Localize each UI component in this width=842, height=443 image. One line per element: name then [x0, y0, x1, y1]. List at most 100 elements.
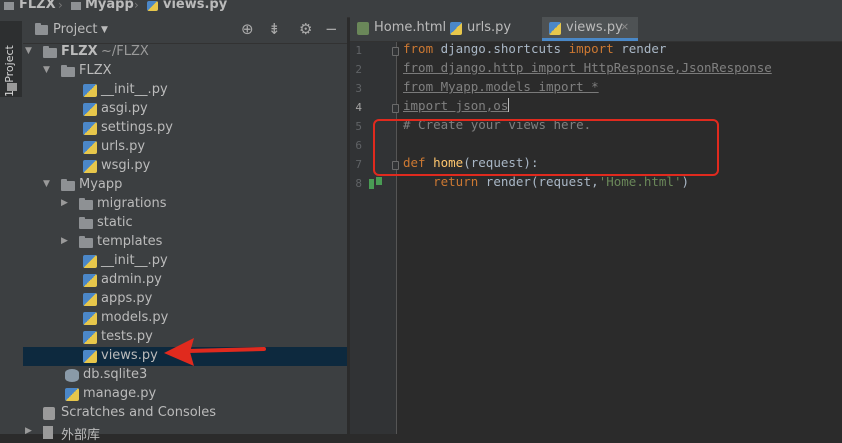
tree-item[interactable]: manage.py [23, 385, 347, 404]
python-file-icon [83, 274, 97, 287]
chevron-right-icon[interactable]: ▶ [61, 198, 68, 208]
folder-icon [61, 179, 75, 191]
breadcrumb-item-project[interactable]: FLZX [19, 0, 56, 12]
tab-home-html[interactable]: Home.html [350, 17, 446, 41]
code-line-4[interactable]: import json,os [403, 98, 510, 116]
line-number-current: 4 [355, 101, 362, 114]
code-line-8[interactable]: return render(request,'Home.html') [403, 174, 689, 192]
code-line-3[interactable]: from Myapp.models import * [403, 79, 599, 97]
collapse-icon[interactable]: ⇟ [268, 21, 281, 37]
folder-icon [79, 198, 93, 210]
hide-icon[interactable]: − [325, 21, 338, 37]
tree-item[interactable]: ▼ Myapp [23, 176, 347, 195]
code-line-2[interactable]: from django.http import HttpResponse,Jso… [403, 60, 772, 78]
fold-marker-icon[interactable] [392, 104, 399, 113]
tree-item-label: FLZX [79, 63, 112, 78]
editor-pane: Home.html urls.py views.py × 1 2 3 4 5 6… [350, 17, 842, 434]
chevron-down-icon[interactable]: ▼ [25, 46, 32, 56]
tab-label: urls.py [467, 20, 512, 35]
tree-item[interactable]: models.py [23, 309, 347, 328]
chevron-down-icon[interactable]: ▼ [101, 25, 108, 35]
chevron-right-icon: › [134, 0, 139, 12]
tree-item-label: migrations [97, 196, 167, 211]
close-icon[interactable]: × [620, 20, 629, 33]
tree-item-label: __init__.py [101, 253, 168, 268]
tree-item[interactable]: ▼ FLZX [23, 62, 347, 81]
python-file-icon [83, 160, 97, 173]
tab-label: Home.html [374, 20, 447, 35]
code-token-keyword: return [433, 174, 479, 189]
code-token-keyword: import [568, 41, 614, 56]
tree-item[interactable]: asgi.py [23, 100, 347, 119]
tab-urls-py[interactable]: urls.py [443, 17, 534, 41]
editor-gutter: 1 2 3 4 5 6 7 8 [350, 42, 399, 434]
tree-item[interactable]: ▶ templates [23, 233, 347, 252]
tree-item[interactable]: static [23, 214, 347, 233]
python-file-icon [147, 1, 158, 11]
tree-item[interactable]: settings.py [23, 119, 347, 138]
tree-item-label: static [97, 215, 133, 230]
html-file-icon [357, 22, 369, 35]
tree-item[interactable]: wsgi.py [23, 157, 347, 176]
text-caret [508, 98, 510, 112]
folder-icon [7, 83, 17, 91]
chevron-down-icon[interactable]: ▼ [43, 179, 50, 189]
code-token: django.shortcuts [433, 41, 569, 56]
editor-tab-bar: Home.html urls.py views.py × [350, 17, 842, 42]
python-file-icon [83, 84, 97, 97]
folder-icon [4, 2, 14, 10]
tree-item[interactable]: ▶ 外部库 [23, 423, 347, 443]
tree-item[interactable]: __init__.py [23, 252, 347, 271]
tree-item[interactable]: ▼ FLZX ~/FLZX [23, 43, 347, 62]
folder-icon [61, 65, 75, 77]
tree-item-label: tests.py [101, 329, 153, 344]
folder-icon [79, 217, 93, 229]
python-file-icon [83, 331, 97, 344]
tree-item[interactable]: urls.py [23, 138, 347, 157]
code-token-string: 'Home.html' [598, 174, 682, 189]
python-file-icon [83, 312, 97, 325]
code-line-1[interactable]: from django.shortcuts import render [403, 41, 666, 59]
chevron-right-icon: › [58, 0, 63, 12]
run-gutter-icon[interactable] [369, 177, 383, 189]
navigation-breadcrumb: FLZX › Myapp › views.py [0, 0, 842, 18]
code-token-unused: import json,os [403, 98, 509, 113]
folder-icon [79, 236, 93, 248]
scratches-icon [43, 407, 55, 420]
tree-item[interactable]: Scratches and Consoles [23, 404, 347, 423]
chevron-right-icon[interactable]: ▶ [61, 236, 68, 246]
tree-item-label: db.sqlite3 [83, 367, 148, 382]
python-file-icon [549, 22, 561, 35]
breadcrumb-item-app[interactable]: Myapp [85, 0, 134, 12]
tree-item[interactable]: ▶ migrations [23, 195, 347, 214]
tree-item-path: ~/FLZX [101, 44, 149, 59]
locate-icon[interactable]: ⊕ [241, 21, 254, 37]
project-panel-header: Project ▼ ⊕ ⇟ ⚙ − [23, 17, 347, 44]
tab-label: views.py [566, 20, 623, 35]
tab-views-py[interactable]: views.py × [542, 17, 638, 41]
tree-item-label: Myapp [79, 177, 123, 192]
project-panel-title[interactable]: Project [53, 22, 97, 37]
code-token-keyword: from [403, 41, 434, 56]
python-file-icon [83, 141, 97, 154]
fold-marker-icon[interactable] [392, 47, 399, 56]
tree-item[interactable]: apps.py [23, 290, 347, 309]
tree-item-label: models.py [101, 310, 169, 325]
gear-icon[interactable]: ⚙ [299, 21, 312, 37]
python-file-icon [83, 293, 97, 306]
library-icon [43, 426, 53, 439]
tree-item-label: admin.py [101, 272, 162, 287]
tree-item-label: FLZX [61, 44, 98, 59]
tree-item[interactable]: __init__.py [23, 81, 347, 100]
python-file-icon [83, 122, 97, 135]
tree-item[interactable]: admin.py [23, 271, 347, 290]
chevron-down-icon[interactable]: ▼ [43, 65, 50, 75]
breadcrumb-item-file[interactable]: views.py [163, 0, 227, 12]
code-token: render(request, [478, 174, 599, 189]
tree-item-label: manage.py [83, 386, 157, 401]
code-token: render [613, 41, 667, 56]
code-token: ) [681, 174, 690, 189]
chevron-right-icon[interactable]: ▶ [25, 426, 32, 436]
line-number: 3 [355, 82, 362, 95]
